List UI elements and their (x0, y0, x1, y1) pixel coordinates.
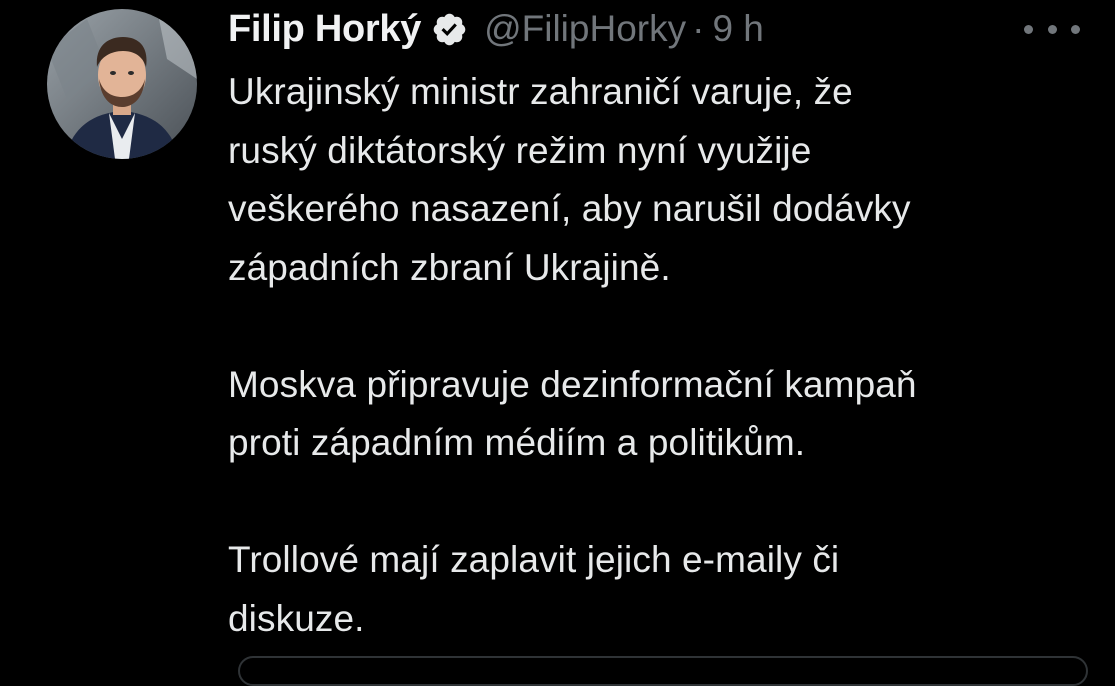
avatar-image (47, 9, 197, 159)
author-handle[interactable]: @FilipHorky (484, 8, 686, 50)
more-horizontal-icon[interactable] (1024, 14, 1080, 44)
tweet-header: Filip Horký @FilipHorky · 9 h (228, 4, 764, 54)
quoted-card[interactable] (238, 656, 1088, 686)
more-dot (1047, 24, 1057, 34)
separator-dot: · (692, 8, 705, 49)
verified-badge-icon (431, 11, 468, 48)
author-name[interactable]: Filip Horký (228, 8, 421, 51)
tweet[interactable]: Filip Horký @FilipHorky · 9 h Ukrajinský… (0, 0, 1115, 686)
tweet-text: Ukrajinský ministr zahraničí varuje, že … (228, 71, 917, 639)
user-avatar[interactable] (47, 9, 197, 159)
more-dot (1024, 24, 1033, 34)
more-dot (1071, 24, 1080, 34)
tweet-timestamp[interactable]: 9 h (712, 8, 763, 50)
